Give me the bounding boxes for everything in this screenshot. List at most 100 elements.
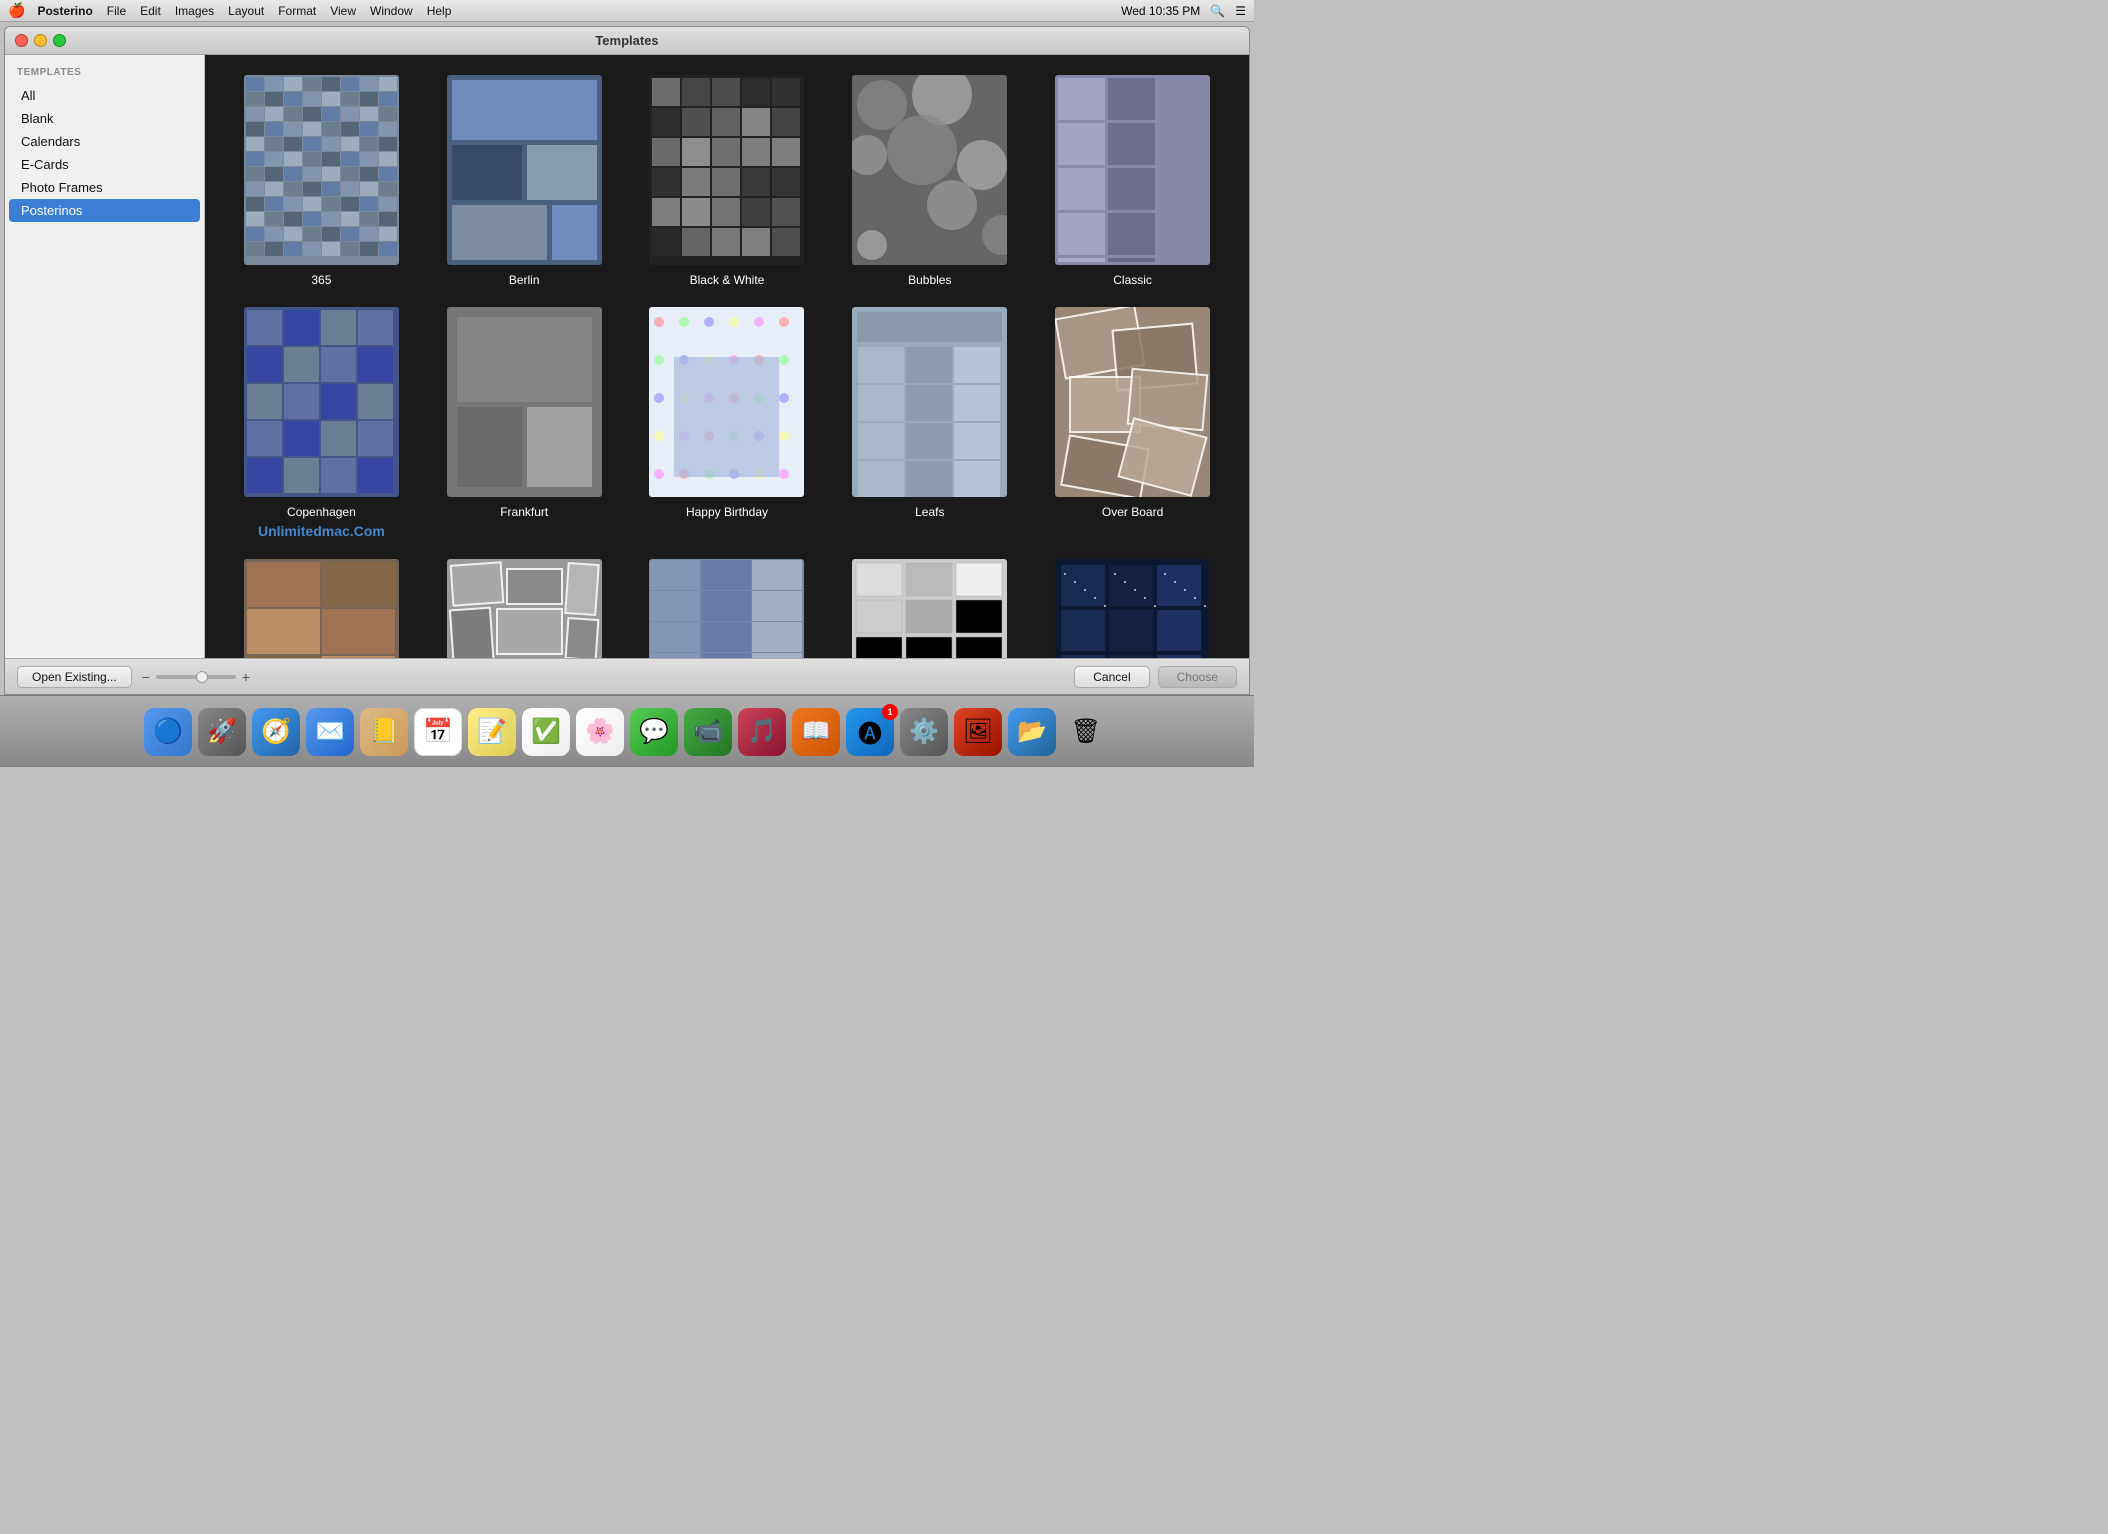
template-thumb-leafs: [852, 307, 1007, 497]
menu-layout[interactable]: Layout: [228, 4, 264, 18]
sidebar-item-blank[interactable]: Blank: [9, 107, 200, 130]
dock-icon-posterino[interactable]: 🖼: [954, 708, 1002, 756]
template-thumb-bw: [649, 75, 804, 265]
dock-icon-contacts[interactable]: 📒: [360, 708, 408, 756]
template-name-leafs: Leafs: [915, 505, 944, 519]
template-item-bw[interactable]: Black & White: [631, 75, 824, 287]
zoom-thumb: [196, 671, 208, 683]
template-thumb-365: [244, 75, 399, 265]
menu-images[interactable]: Images: [175, 4, 214, 18]
template-name-classic: Classic: [1113, 273, 1152, 287]
template-item-starry-night[interactable]: Starry Night: [1036, 559, 1229, 658]
list-icon[interactable]: ☰: [1235, 4, 1246, 18]
menu-file[interactable]: File: [107, 4, 126, 18]
templates-content[interactable]: 365 Berlin Black & White Bubbles Classic Cope…: [205, 55, 1249, 658]
open-existing-button[interactable]: Open Existing...: [17, 666, 132, 688]
apple-menu[interactable]: 🍎: [8, 2, 25, 19]
close-button[interactable]: [15, 34, 28, 47]
dialog-buttons: Cancel Choose: [1074, 666, 1237, 688]
template-thumb-frankfurt: [447, 307, 602, 497]
template-name-berlin: Berlin: [509, 273, 540, 287]
template-thumb-happy-birthday: [649, 307, 804, 497]
bottom-bar: Open Existing... − + Cancel Choose: [5, 658, 1249, 694]
dock-icon-reminders[interactable]: ✅: [522, 708, 570, 756]
dock-icon-notes[interactable]: 📝: [468, 708, 516, 756]
search-icon[interactable]: 🔍: [1210, 4, 1225, 18]
dock-icon-launchpad[interactable]: 🚀: [198, 708, 246, 756]
template-thumb-classic: [1055, 75, 1210, 265]
dock-icon-migrate[interactable]: 📂: [1008, 708, 1056, 756]
template-name-happy-birthday: Happy Birthday: [686, 505, 768, 519]
dock-icon-trash[interactable]: 🗑: [1062, 708, 1110, 756]
template-thumb-bubbles: [852, 75, 1007, 265]
sidebar-item-posterinos[interactable]: Posterinos: [9, 199, 200, 222]
template-name-over-board: Over Board: [1102, 505, 1163, 519]
template-thumb-random: [447, 559, 602, 658]
window-title: Templates: [595, 33, 658, 48]
template-thumb-starry-night: [1055, 559, 1210, 658]
template-name-365: 365: [311, 273, 331, 287]
sidebar-item-ecards[interactable]: E-Cards: [9, 153, 200, 176]
templates-window: Templates TEMPLATES AllBlankCalendarsE-C…: [4, 26, 1250, 695]
menu-edit[interactable]: Edit: [140, 4, 161, 18]
template-thumb-copenhagen: [244, 307, 399, 497]
cancel-button[interactable]: Cancel: [1074, 666, 1149, 688]
template-thumb-over-board: [1055, 307, 1210, 497]
template-item-pop[interactable]: Pop: [225, 559, 418, 658]
dock-icon-syspref[interactable]: ⚙️: [900, 708, 948, 756]
template-item-copenhagen[interactable]: Copenhagen Unlimitedmac.Com: [225, 307, 418, 539]
dock-badge-appstore: 1: [882, 704, 898, 720]
template-name-bw: Black & White: [690, 273, 765, 287]
template-item-bubbles[interactable]: Bubbles: [833, 75, 1026, 287]
template-item-365[interactable]: 365: [225, 75, 418, 287]
template-item-random[interactable]: Random: [428, 559, 621, 658]
dock-icon-books[interactable]: 📖: [792, 708, 840, 756]
main-area: TEMPLATES AllBlankCalendarsE-CardsPhoto …: [5, 55, 1249, 658]
zoom-slider[interactable]: [156, 675, 236, 679]
template-item-leafs[interactable]: Leafs: [833, 307, 1026, 539]
template-item-over-board[interactable]: Over Board: [1036, 307, 1229, 539]
maximize-button[interactable]: [53, 34, 66, 47]
template-item-spaceless[interactable]: Spaceless: [631, 559, 824, 658]
template-item-classic[interactable]: Classic: [1036, 75, 1229, 287]
template-name-bubbles: Bubbles: [908, 273, 951, 287]
zoom-plus-button[interactable]: +: [242, 669, 250, 685]
zoom-minus-button[interactable]: −: [142, 669, 150, 685]
dock-icon-music[interactable]: 🎵: [738, 708, 786, 756]
sidebar-item-calendars[interactable]: Calendars: [9, 130, 200, 153]
template-thumb-spaceless: [649, 559, 804, 658]
minimize-button[interactable]: [34, 34, 47, 47]
menubar: 🍎 Posterino File Edit Images Layout Form…: [0, 0, 1254, 22]
template-thumb-berlin: [447, 75, 602, 265]
watermark: Unlimitedmac.Com: [258, 523, 385, 539]
template-thumb-square: [852, 559, 1007, 658]
dock: 🔵🚀🧭✉️📒📅📝✅🌸💬📹🎵📖🅐1⚙️🖼📂🗑: [0, 695, 1254, 767]
template-thumb-pop: [244, 559, 399, 658]
sidebar-item-all[interactable]: All: [9, 84, 200, 107]
dock-icon-finder[interactable]: 🔵: [144, 708, 192, 756]
menu-view[interactable]: View: [330, 4, 356, 18]
dock-icon-appstore[interactable]: 🅐1: [846, 708, 894, 756]
sidebar-section-label: TEMPLATES: [5, 67, 204, 84]
menu-app-name[interactable]: Posterino: [37, 4, 92, 18]
choose-button[interactable]: Choose: [1158, 666, 1237, 688]
dock-icon-facetime[interactable]: 📹: [684, 708, 732, 756]
dock-icon-mail[interactable]: ✉️: [306, 708, 354, 756]
dock-icon-calendar[interactable]: 📅: [414, 708, 462, 756]
template-item-frankfurt[interactable]: Frankfurt: [428, 307, 621, 539]
dock-icon-safari[interactable]: 🧭: [252, 708, 300, 756]
template-item-square[interactable]: Square: [833, 559, 1026, 658]
menubar-time: Wed 10:35 PM: [1121, 4, 1200, 18]
dock-icon-photos[interactable]: 🌸: [576, 708, 624, 756]
template-item-happy-birthday[interactable]: Happy Birthday: [631, 307, 824, 539]
menu-help[interactable]: Help: [427, 4, 452, 18]
template-item-berlin[interactable]: Berlin: [428, 75, 621, 287]
templates-grid: 365 Berlin Black & White Bubbles Classic Cope…: [225, 75, 1229, 658]
template-name-copenhagen: Copenhagen: [287, 505, 356, 519]
titlebar: Templates: [5, 27, 1249, 55]
menu-format[interactable]: Format: [278, 4, 316, 18]
dock-icon-messages[interactable]: 💬: [630, 708, 678, 756]
zoom-bar: − +: [142, 669, 250, 685]
sidebar-item-photo-frames[interactable]: Photo Frames: [9, 176, 200, 199]
menu-window[interactable]: Window: [370, 4, 413, 18]
